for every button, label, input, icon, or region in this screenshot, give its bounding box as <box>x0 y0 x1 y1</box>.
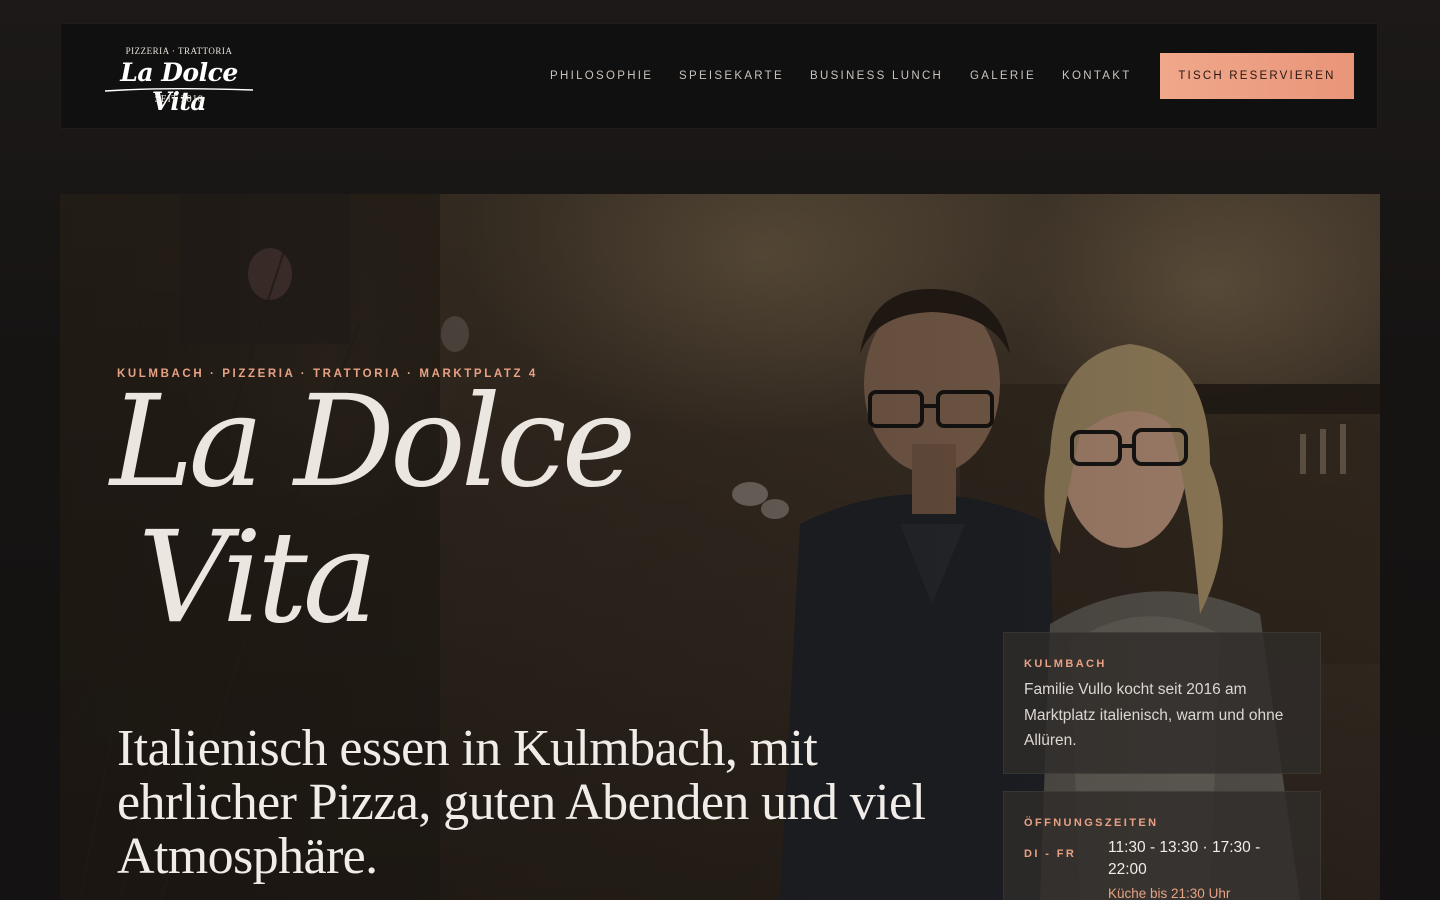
site-header: PIZZERIA · TRATTORIA La Dolce Vita SEIT … <box>60 23 1378 129</box>
hero-title-line-2: Vita <box>138 504 378 651</box>
nav-item-galerie[interactable]: GALERIE <box>970 70 1036 82</box>
hero-title: La Dolce Vita <box>110 374 810 646</box>
hero-title-line-1: La Dolce <box>110 368 636 515</box>
nav-item-business-lunch[interactable]: BUSINESS LUNCH <box>810 70 943 82</box>
reserve-table-button[interactable]: TISCH RESERVIEREN <box>1160 53 1354 99</box>
nav-item-kontakt[interactable]: KONTAKT <box>1062 70 1132 82</box>
hours-time: 11:30 - 13:30 · 17:30 - 22:00 <box>1108 839 1261 878</box>
nav-item-philosophie[interactable]: PHILOSOPHIE <box>550 70 653 82</box>
hours-day: DI - FR <box>1024 848 1077 860</box>
hero-section: KULMBACH · PIZZERIA · TRATTORIA · MARKTP… <box>60 194 1380 900</box>
hero-subtitle: Italienisch essen in Kulmbach, mit ehrli… <box>117 720 926 885</box>
nav-item-speisekarte[interactable]: SPEISEKARTE <box>679 70 784 82</box>
hours-card-kicker: ÖFFNUNGSZEITEN <box>1024 817 1159 829</box>
hours-card: ÖFFNUNGSZEITEN DI - FR 11:30 - 13:30 · 1… <box>1003 791 1321 900</box>
page: PIZZERIA · TRATTORIA La Dolce Vita SEIT … <box>0 0 1440 900</box>
about-card-kicker: KULMBACH <box>1024 658 1107 670</box>
about-card: KULMBACH Familie Vullo kocht seit 2016 a… <box>1003 632 1321 774</box>
main-nav: PHILOSOPHIE SPEISEKARTE BUSINESS LUNCH G… <box>61 24 1379 130</box>
hours-kitchen-note: Küche bis 21:30 Uhr <box>1108 886 1231 900</box>
about-card-text: Familie Vullo kocht seit 2016 am Marktpl… <box>1024 681 1284 749</box>
